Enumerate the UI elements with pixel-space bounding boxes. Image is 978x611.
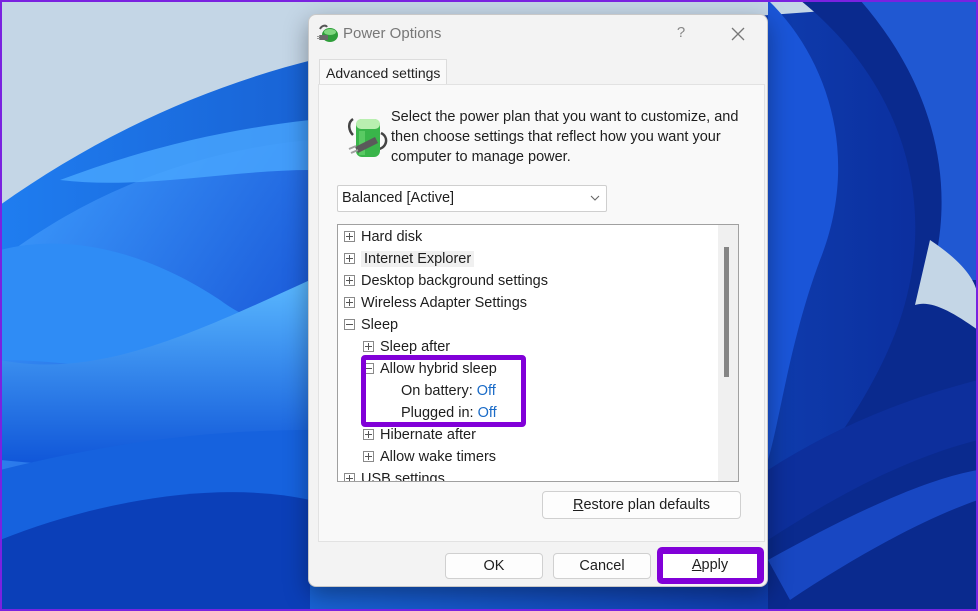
tree-item-label: Desktop background settings (361, 273, 548, 289)
expand-icon[interactable] (344, 296, 355, 308)
intro-text: Select the power plan that you want to c… (391, 109, 739, 165)
battery-plug-icon (348, 117, 388, 157)
tree-item-usb-settings[interactable]: USB settings (344, 468, 445, 482)
tree-item-allow-hybrid-sleep[interactable]: Allow hybrid sleep (363, 358, 497, 380)
tree-item-label: USB settings (361, 471, 445, 482)
advanced-settings-panel: Select the power plan that you want to c… (318, 84, 765, 542)
tree-item-internet-explorer[interactable]: Internet Explorer (344, 248, 475, 270)
power-plan-selected: Balanced [Active] (342, 190, 455, 206)
collapse-icon[interactable] (344, 318, 355, 330)
tree-item-label: Allow hybrid sleep (380, 361, 497, 377)
access-key: A (691, 557, 702, 573)
help-button[interactable]: ? (671, 21, 691, 45)
tree-item-label: Sleep (361, 317, 399, 333)
tree-item-desktop-background-settings[interactable]: Desktop background settings (344, 270, 548, 292)
apply-button[interactable]: Apply (663, 554, 757, 578)
tab-advanced-settings[interactable]: Advanced settings (319, 59, 448, 85)
close-button[interactable] (725, 21, 751, 45)
tree-item-label: Allow wake timers (380, 449, 497, 465)
power-plan-dropdown[interactable]: Balanced [Active] (337, 185, 607, 212)
tree-item-hibernate-after[interactable]: Hibernate after (363, 424, 476, 446)
button-label: pply (701, 557, 729, 573)
tree-item-plugged-in: Plugged in: Off (401, 402, 497, 424)
tree-item-hard-disk[interactable]: Hard disk (344, 226, 422, 248)
chevron-down-icon (590, 186, 600, 221)
button-label: estore plan defaults (583, 497, 711, 513)
power-options-icon (317, 24, 338, 42)
expand-icon[interactable] (363, 450, 374, 462)
on-battery-value[interactable]: Off (477, 383, 496, 399)
expand-icon[interactable] (344, 252, 355, 264)
tree-item-label: Internet Explorer (361, 251, 475, 267)
access-key: R (572, 497, 584, 513)
ok-button[interactable]: OK (445, 553, 543, 579)
expand-icon[interactable] (363, 340, 374, 352)
tree-item-label: Wireless Adapter Settings (361, 295, 528, 311)
setting-label: On battery: (401, 383, 473, 399)
restore-plan-defaults-button[interactable]: Restore plan defaults (542, 491, 741, 519)
expand-icon[interactable] (344, 230, 355, 242)
tree-item-label: Hibernate after (380, 427, 476, 443)
setting-label: Plugged in: (401, 405, 474, 421)
cancel-button[interactable]: Cancel (553, 553, 651, 579)
tree-item-sleep-after[interactable]: Sleep after (363, 336, 450, 358)
expand-icon[interactable] (363, 428, 374, 440)
tree-item-label: Sleep after (380, 339, 451, 355)
tree-scrollbar[interactable] (718, 225, 738, 481)
settings-tree[interactable]: Hard disk Internet Explorer Desktop back… (337, 224, 739, 482)
expand-icon[interactable] (344, 274, 355, 286)
title-bar[interactable]: Power Options ? (309, 15, 767, 51)
tree-item-on-battery: On battery: Off (401, 380, 496, 402)
close-icon (731, 27, 745, 41)
window-title: Power Options (343, 25, 442, 42)
tree-item-allow-wake-timers[interactable]: Allow wake timers (363, 446, 496, 468)
plugged-in-value[interactable]: Off (478, 405, 497, 421)
tree-item-sleep[interactable]: Sleep (344, 314, 398, 336)
collapse-icon[interactable] (363, 362, 374, 374)
scrollbar-thumb[interactable] (724, 247, 729, 377)
expand-icon[interactable] (344, 472, 355, 481)
power-options-dialog: Power Options ? Advanced settings Select… (308, 14, 768, 587)
tree-item-label: Hard disk (361, 229, 423, 245)
tree-item-wireless-adapter-settings[interactable]: Wireless Adapter Settings (344, 292, 527, 314)
